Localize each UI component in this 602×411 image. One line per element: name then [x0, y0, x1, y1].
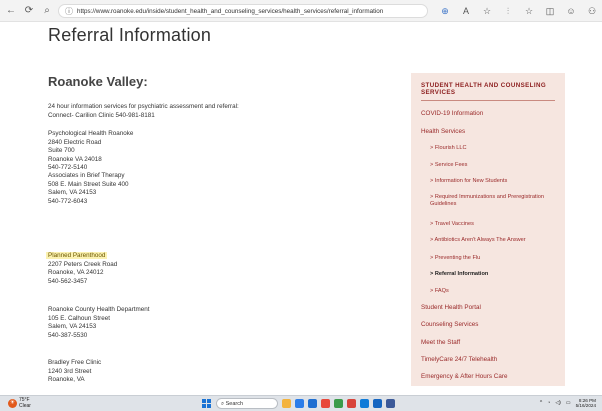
entry-detail: 540-772-6043: [48, 197, 88, 205]
system-tray: ^ ◔ ◁) ▭ 8:26 PM 5/16/2024: [540, 398, 596, 408]
entry-name: Roanoke County Health Department: [48, 306, 150, 313]
entry-name-highlighted: Planned Parenthood: [46, 252, 308, 261]
entry-detail: 2207 Peters Creek Road: [48, 260, 118, 268]
referral-entry: Associates in Brief Therapy 508 E. Main S…: [48, 172, 308, 206]
battery-icon[interactable]: ▭: [566, 400, 571, 406]
sidebar-link[interactable]: > Referral Information: [430, 271, 558, 278]
section-title: Roanoke Valley:: [48, 74, 148, 89]
sidebar-link[interactable]: Meet the Staff: [421, 339, 460, 346]
entry-detail: 508 E. Main Street Suite 400: [48, 180, 129, 188]
weather-desc: Clear: [19, 402, 31, 409]
sidebar-link[interactable]: TimelyCare 24/7 Telehealth: [421, 356, 497, 363]
sidebar-heading: STUDENT HEALTH AND COUNSELING SERVICES: [421, 82, 555, 101]
search-label: Search: [225, 401, 244, 407]
entry-detail: Suite 700: [48, 147, 75, 154]
entry-detail: 540-562-3457: [48, 277, 88, 285]
highlighted-text: Planned Parenthood: [46, 252, 108, 259]
clock[interactable]: 8:26 PM 5/16/2024: [576, 398, 596, 408]
split-screen-icon[interactable]: ⫶: [502, 4, 514, 18]
info-icon[interactable]: ⓘ: [65, 6, 73, 17]
sidebar-link[interactable]: > Information for New Students: [430, 178, 558, 185]
volume-icon[interactable]: ◁): [555, 400, 561, 406]
entry-detail: Roanoke, VA 24012: [48, 269, 104, 276]
favorite-star-icon[interactable]: ☆: [481, 4, 493, 18]
sun-icon: ☀: [8, 399, 17, 408]
favorites-icon[interactable]: ☆: [523, 4, 535, 18]
entry-detail: 105 E. Calhoun Street: [48, 314, 110, 322]
taskbar-app-icon[interactable]: [347, 399, 356, 408]
refresh-icon[interactable]: ⟳: [22, 4, 36, 18]
taskbar-app-icon[interactable]: [295, 399, 304, 408]
windows-start-icon[interactable]: [202, 399, 211, 408]
back-icon[interactable]: ←: [4, 4, 18, 18]
referral-entry: Psychological Health Roanoke 2840 Electri…: [48, 130, 308, 173]
shield-icon[interactable]: ⊕: [439, 4, 451, 18]
intro-text: 24 hour information services for psychia…: [48, 103, 308, 120]
sidebar-link[interactable]: Counseling Services: [421, 321, 478, 328]
taskbar-app-icon[interactable]: [334, 399, 343, 408]
sidebar-link[interactable]: > Travel Vaccines: [430, 221, 558, 228]
intro-line: Connect- Carilion Clinic 540-981-8181: [48, 111, 155, 119]
referral-entry: Bradley Free Clinic 1240 3rd Street Roanok…: [48, 359, 308, 385]
url-text[interactable]: https://www.roanoke.edu/inside/student_h…: [77, 8, 383, 15]
entry-detail: 540-387-5530: [48, 331, 88, 339]
chevron-up-icon[interactable]: ^: [540, 400, 542, 406]
intro-line: 24 hour information services for psychia…: [48, 103, 239, 110]
extensions-icon[interactable]: ⚇: [586, 4, 598, 18]
weather-widget[interactable]: ☀ 75°F Clear: [8, 397, 31, 409]
taskbar-app-icon[interactable]: [282, 399, 291, 408]
sidebar-link[interactable]: > FAQs: [430, 288, 558, 295]
taskbar-apps: [282, 399, 395, 408]
entry-name: Psychological Health Roanoke: [48, 130, 134, 137]
sidebar-link[interactable]: > Service Fees: [430, 162, 558, 169]
taskbar-app-icon[interactable]: [321, 399, 330, 408]
taskbar-search[interactable]: ⌕ Search: [216, 398, 278, 409]
clock-date: 5/16/2024: [575, 403, 596, 409]
entry-detail: Salem, VA 24153: [48, 323, 97, 330]
sidebar-link[interactable]: Health Services: [421, 128, 465, 135]
taskbar: ☀ 75°F Clear ⌕ Search ^ ◔ ◁) ▭ 8:26 PM 5…: [0, 395, 602, 411]
sidebar-link[interactable]: Emergency & After Hours Care: [421, 373, 507, 380]
sidebar-link[interactable]: > Flourish LLC: [430, 145, 558, 152]
sidebar-link[interactable]: > Preventing the Flu: [430, 255, 558, 262]
search-icon[interactable]: ⌕: [40, 4, 54, 18]
taskbar-app-icon[interactable]: [386, 399, 395, 408]
taskbar-app-icon[interactable]: [308, 399, 317, 408]
referral-entry: Planned Parenthood 2207 Peters Creek Road…: [46, 252, 308, 286]
referral-entry: Roanoke County Health Department 105 E. C…: [48, 306, 308, 340]
collections-icon[interactable]: ◫: [544, 4, 556, 18]
sidebar-link[interactable]: COVID-19 Information: [421, 110, 483, 117]
address-bar[interactable]: ⓘ https://www.roanoke.edu/inside/student…: [58, 4, 428, 18]
entry-name: Bradley Free Clinic: [48, 359, 102, 366]
sidebar-link[interactable]: > Antibiotics Aren't Always The Answer: [430, 237, 558, 244]
page-title: Referral Information: [48, 25, 212, 45]
entry-detail: Roanoke, VA: [48, 376, 85, 383]
entry-detail: 1240 3rd Street: [48, 367, 92, 375]
entry-name: Associates in Brief Therapy: [48, 172, 125, 179]
taskbar-app-icon[interactable]: [360, 399, 369, 408]
sidebar-link[interactable]: > Required Immunizations and Preregistra…: [430, 194, 558, 209]
wifi-icon[interactable]: ◔: [547, 400, 550, 406]
browser-toolbar: ← ⟳ ⌕ ⓘ https://www.roanoke.edu/inside/s…: [0, 0, 602, 22]
profile-icon[interactable]: ☺: [565, 4, 577, 18]
taskbar-app-icon[interactable]: [373, 399, 382, 408]
entry-detail: Salem, VA 24153: [48, 189, 97, 196]
browser-toolbar-icons: ⊕ A ☆ ⫶ ☆ ◫ ☺ ⚇: [439, 4, 598, 18]
entry-detail: Roanoke VA 24018: [48, 155, 102, 163]
read-aloud-icon[interactable]: A: [460, 4, 472, 18]
sidebar-link[interactable]: Student Health Portal: [421, 304, 481, 311]
entry-detail: 2840 Electric Road: [48, 138, 102, 146]
sidebar-nav: STUDENT HEALTH AND COUNSELING SERVICES C…: [411, 73, 565, 386]
